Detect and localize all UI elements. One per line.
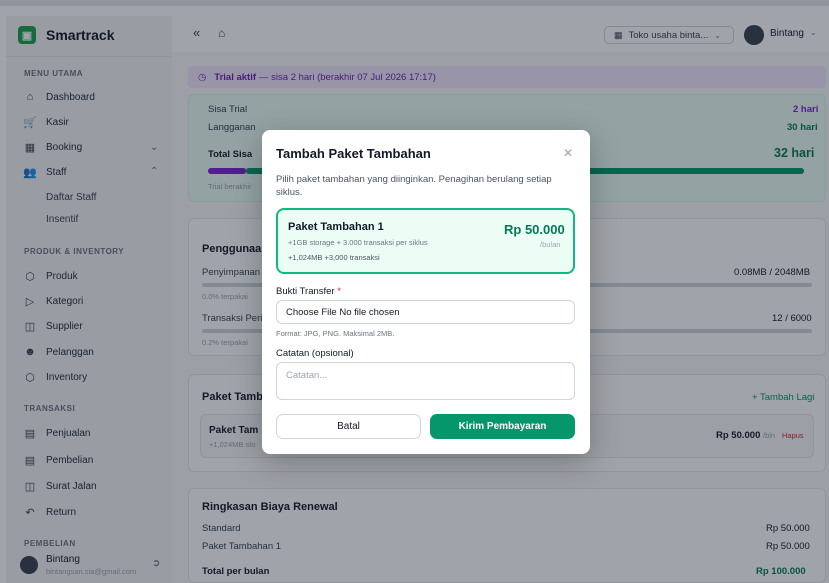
notes-textarea[interactable]: Catatan... — [276, 362, 575, 400]
submit-payment-button[interactable]: Kirim Pembayaran — [430, 414, 575, 439]
cancel-button[interactable]: Batal — [276, 414, 421, 439]
package-name: Paket Tambahan 1 — [288, 221, 384, 233]
app-root: ▣ Smartrack MENU UTAMA ⌂ Dashboard 🛒 Kasir… — [0, 0, 829, 583]
file-label: Bukti Transfer * — [276, 286, 341, 297]
file-label-text: Bukti Transfer — [276, 286, 335, 297]
package-unit: /bulan — [540, 240, 561, 249]
file-hint: Format: JPG, PNG. Maksimal 2MB. — [276, 329, 395, 338]
modal-title: Tambah Paket Tambahan — [276, 146, 431, 161]
package-tags: +1,024MB +3,000 transaksi — [288, 253, 380, 262]
required-marker: * — [337, 286, 341, 297]
file-upload-input[interactable]: Choose File No file chosen — [276, 300, 575, 324]
close-icon[interactable]: ✕ — [563, 146, 573, 160]
notes-label: Catatan (opsional) — [276, 348, 354, 359]
modal-description: Pilih paket tambahan yang diinginkan. Pe… — [276, 174, 552, 198]
package-desc: +1GB storage + 3.000 transaksi per siklu… — [288, 238, 428, 247]
package-price: Rp 50.000 — [504, 222, 565, 237]
